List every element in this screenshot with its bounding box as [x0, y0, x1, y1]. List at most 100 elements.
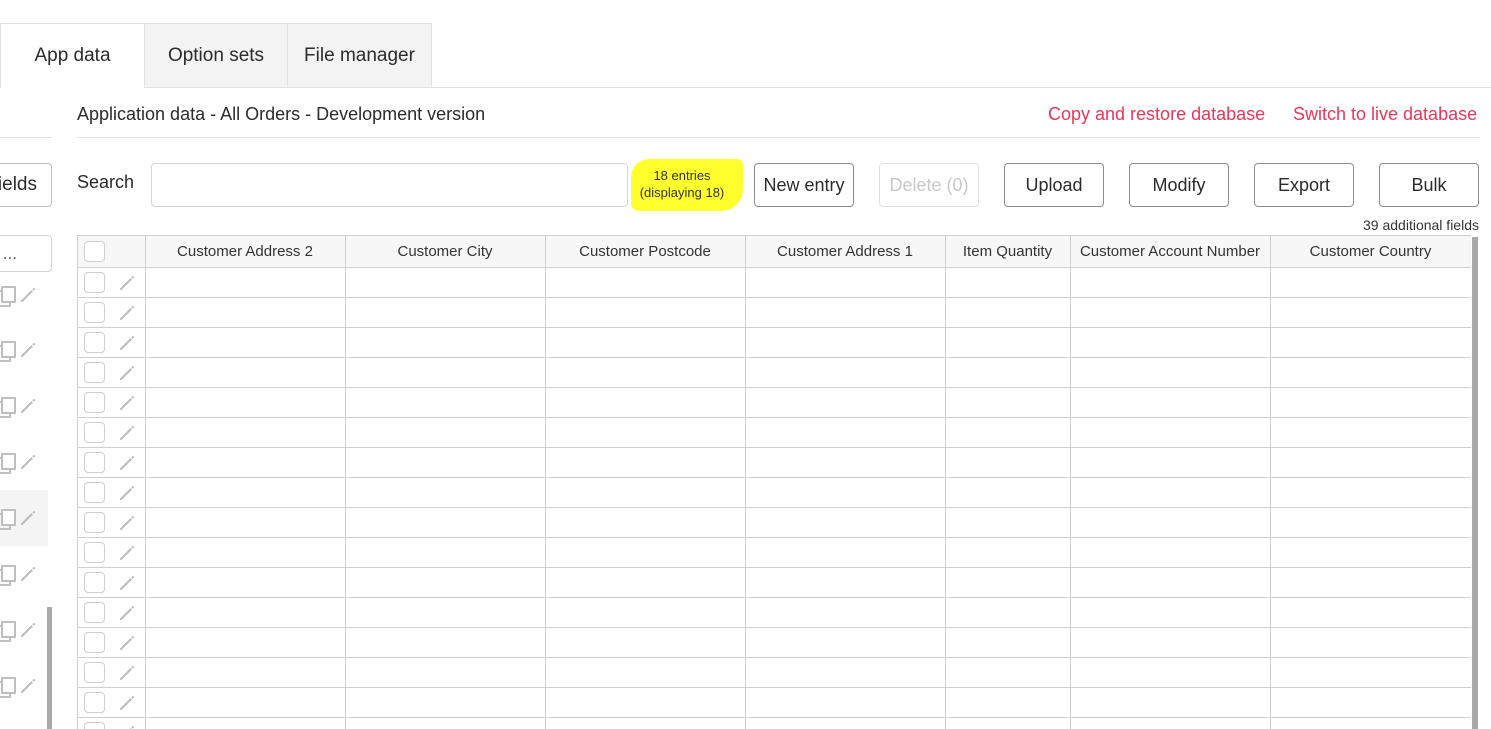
- table-cell[interactable]: [1270, 357, 1471, 388]
- table-cell[interactable]: [145, 567, 346, 598]
- table-cell[interactable]: [1270, 507, 1471, 538]
- table-cell[interactable]: [945, 687, 1071, 718]
- table-cell[interactable]: [345, 327, 546, 358]
- table-cell[interactable]: [1070, 387, 1271, 418]
- pencil-icon[interactable]: [117, 633, 137, 653]
- table-cell[interactable]: [145, 357, 346, 388]
- tab-option-sets[interactable]: Option sets: [145, 23, 288, 88]
- table-scrollbar[interactable]: [1472, 237, 1478, 729]
- table-cell[interactable]: [945, 657, 1071, 688]
- table-cell[interactable]: [1270, 417, 1471, 448]
- table-cell[interactable]: [745, 507, 946, 538]
- table-cell[interactable]: [1270, 327, 1471, 358]
- sidebar-item[interactable]: [0, 378, 48, 434]
- table-cell[interactable]: [945, 717, 1071, 729]
- table-cell[interactable]: [545, 447, 746, 478]
- pencil-icon[interactable]: [117, 543, 137, 563]
- pencil-icon[interactable]: [117, 423, 137, 443]
- table-cell[interactable]: [145, 687, 346, 718]
- table-cell[interactable]: [745, 357, 946, 388]
- table-cell[interactable]: [1070, 537, 1271, 568]
- table-cell[interactable]: [1070, 507, 1271, 538]
- table-cell[interactable]: [1270, 537, 1471, 568]
- table-cell[interactable]: [545, 627, 746, 658]
- row-checkbox[interactable]: [84, 601, 105, 623]
- table-cell[interactable]: [1070, 687, 1271, 718]
- table-cell[interactable]: [545, 477, 746, 508]
- pencil-icon[interactable]: [117, 393, 137, 413]
- table-cell[interactable]: [745, 447, 946, 478]
- table-cell[interactable]: [945, 387, 1071, 418]
- table-cell[interactable]: [745, 417, 946, 448]
- copy-icon[interactable]: [0, 453, 16, 474]
- column-header[interactable]: Customer Account Number: [1070, 236, 1271, 268]
- export-button[interactable]: Export: [1254, 163, 1354, 207]
- table-cell[interactable]: [1070, 477, 1271, 508]
- pencil-icon[interactable]: [117, 303, 137, 323]
- table-cell[interactable]: [745, 567, 946, 598]
- copy-icon[interactable]: [0, 509, 16, 530]
- table-cell[interactable]: [345, 267, 546, 298]
- table-cell[interactable]: [945, 567, 1071, 598]
- table-cell[interactable]: [345, 597, 546, 628]
- table-cell[interactable]: [145, 537, 346, 568]
- table-cell[interactable]: [345, 507, 546, 538]
- table-cell[interactable]: [345, 537, 546, 568]
- table-cell[interactable]: [945, 477, 1071, 508]
- row-checkbox[interactable]: [84, 661, 105, 683]
- table-cell[interactable]: [945, 627, 1071, 658]
- table-cell[interactable]: [145, 267, 346, 298]
- row-checkbox[interactable]: [84, 571, 105, 593]
- pencil-icon[interactable]: [117, 483, 137, 503]
- table-cell[interactable]: [345, 567, 546, 598]
- table-cell[interactable]: [745, 687, 946, 718]
- table-cell[interactable]: [745, 657, 946, 688]
- upload-button[interactable]: Upload: [1004, 163, 1104, 207]
- table-cell[interactable]: [345, 717, 546, 729]
- row-checkbox[interactable]: [84, 541, 105, 563]
- table-cell[interactable]: [1270, 567, 1471, 598]
- sidebar-item[interactable]: [0, 602, 48, 658]
- table-cell[interactable]: [145, 597, 346, 628]
- table-cell[interactable]: [1070, 657, 1271, 688]
- copy-icon[interactable]: [0, 397, 16, 418]
- table-cell[interactable]: [945, 267, 1071, 298]
- pencil-icon[interactable]: [117, 693, 137, 713]
- sidebar-item[interactable]: [0, 658, 48, 714]
- sidebar-item[interactable]: [0, 434, 48, 490]
- pencil-icon[interactable]: [18, 676, 38, 696]
- table-cell[interactable]: [345, 297, 546, 328]
- table-cell[interactable]: [545, 297, 746, 328]
- table-cell[interactable]: [1270, 297, 1471, 328]
- column-header[interactable]: Customer Postcode: [545, 236, 746, 268]
- table-cell[interactable]: [1070, 627, 1271, 658]
- table-cell[interactable]: [1070, 327, 1271, 358]
- sidebar-item[interactable]: [0, 546, 48, 602]
- search-input[interactable]: [151, 163, 628, 207]
- sidebar-scrollbar[interactable]: [47, 607, 52, 729]
- pencil-icon[interactable]: [117, 573, 137, 593]
- table-cell[interactable]: [145, 627, 346, 658]
- table-cell[interactable]: [545, 567, 746, 598]
- switch-live-database-link[interactable]: Switch to live database: [1293, 104, 1477, 125]
- table-cell[interactable]: [745, 297, 946, 328]
- table-cell[interactable]: [145, 657, 346, 688]
- copy-icon[interactable]: [0, 341, 16, 362]
- tab-app-data[interactable]: App data: [0, 23, 145, 88]
- table-cell[interactable]: [1070, 297, 1271, 328]
- pencil-icon[interactable]: [18, 508, 38, 528]
- table-cell[interactable]: [745, 597, 946, 628]
- table-cell[interactable]: [545, 357, 746, 388]
- table-cell[interactable]: [345, 357, 546, 388]
- table-cell[interactable]: [345, 627, 546, 658]
- copy-icon[interactable]: [0, 286, 16, 307]
- pencil-icon[interactable]: [117, 453, 137, 473]
- copy-icon[interactable]: [0, 621, 16, 642]
- pencil-icon[interactable]: [117, 603, 137, 623]
- table-cell[interactable]: [945, 417, 1071, 448]
- table-cell[interactable]: [545, 507, 746, 538]
- column-header[interactable]: Customer Address 2: [145, 236, 346, 268]
- row-checkbox[interactable]: [84, 511, 105, 533]
- table-cell[interactable]: [345, 417, 546, 448]
- row-checkbox[interactable]: [84, 301, 105, 323]
